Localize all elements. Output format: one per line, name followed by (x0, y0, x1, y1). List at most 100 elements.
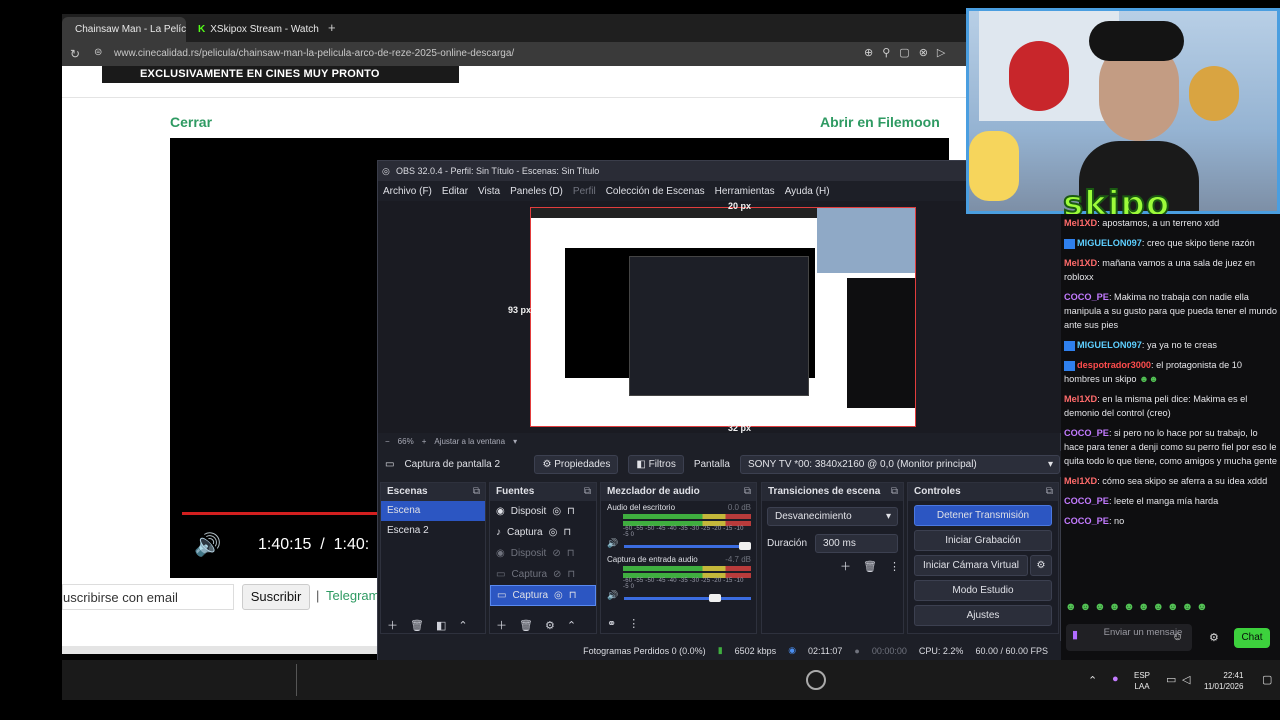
transition-select[interactable]: Desvanecimiento ▾ (767, 507, 898, 526)
chat-username[interactable]: MIGUELON097 (1077, 238, 1142, 248)
lock-icon[interactable]: ⊓ (569, 585, 577, 606)
trash-icon[interactable]: 🗑 (863, 560, 877, 573)
chat-username[interactable]: Mel1XD (1064, 476, 1097, 486)
source-item-selected[interactable]: ▭ Captura ◎ ⊓ (490, 585, 596, 606)
emote-bar[interactable]: ☻☻☻☻☻☻☻☻☻☻ (1065, 600, 1211, 614)
volume-slider[interactable] (624, 593, 751, 602)
lock-icon[interactable]: ⊓ (563, 522, 571, 543)
chat-username[interactable]: COCO_PE (1064, 428, 1109, 438)
trash-icon[interactable]: 🗑 (410, 619, 424, 632)
chat-username[interactable]: COCO_PE (1064, 516, 1109, 526)
obs-taskbar-icon[interactable] (806, 670, 826, 690)
obs-preview[interactable]: 20 px 93 px 32 px (378, 201, 1062, 433)
menu-archivo[interactable]: Archivo (F) (383, 186, 432, 197)
pin-icon[interactable]: ⚲ (882, 46, 890, 59)
scene-item[interactable]: Escena (381, 501, 485, 521)
chat-username[interactable]: MIGUELON097 (1077, 340, 1142, 350)
menu-perfil[interactable]: Perfil (573, 186, 596, 197)
close-link[interactable]: Cerrar (170, 114, 212, 130)
lock-icon[interactable]: ⊓ (567, 501, 575, 522)
menu-coleccion[interactable]: Colección de Escenas (606, 186, 705, 197)
fit-window-button[interactable]: Ajustar a la ventana (434, 437, 505, 446)
more-icon[interactable]: ⋮ (889, 560, 900, 573)
link-icon[interactable]: ⚭ (607, 617, 616, 630)
lock-icon[interactable]: ⊓ (567, 543, 575, 564)
add-icon[interactable]: ＋ (840, 558, 851, 574)
mic-icon[interactable]: ● (1112, 673, 1119, 685)
filter-icon[interactable]: ◧ (436, 619, 446, 632)
undock-icon[interactable]: ⧉ (744, 483, 751, 501)
eye-icon[interactable]: ◎ (552, 501, 561, 522)
play-icon[interactable]: ▷ (937, 46, 945, 59)
more-icon[interactable]: ⋮ (628, 617, 639, 630)
tab-kick[interactable]: K XSkipox Stream - Watch Li (190, 17, 320, 42)
virtual-camera-button[interactable]: Iniciar Cámara Virtual (914, 555, 1028, 576)
chevron-down-icon[interactable]: ▾ (513, 437, 517, 446)
undock-icon[interactable]: ⧉ (1046, 483, 1053, 501)
site-info-icon[interactable]: ⊜ (94, 47, 102, 58)
reload-icon[interactable]: ↻ (70, 47, 80, 61)
address-bar[interactable]: ↻ ⊜ www.cinecalidad.rs/pelicula/chainsaw… (62, 42, 966, 66)
menu-herramientas[interactable]: Herramientas (715, 186, 775, 197)
eye-hidden-icon[interactable]: ⊘ (553, 564, 561, 585)
properties-button[interactable]: ⚙ Propiedades (534, 454, 619, 474)
notification-icon[interactable]: ▢ (1262, 673, 1272, 686)
slider-knob[interactable] (709, 593, 721, 602)
add-icon[interactable]: ＋ (496, 617, 507, 633)
url-text[interactable]: www.cinecalidad.rs/pelicula/chainsaw-man… (114, 48, 514, 59)
screen-select[interactable]: SONY TV *00: 3840x2160 @ 0,0 (Monitor pr… (739, 454, 1060, 474)
volume-icon[interactable]: ◁ (1182, 673, 1190, 686)
studio-mode-button[interactable]: Modo Estudio (914, 580, 1052, 601)
chevron-up-icon[interactable]: ⌃ (567, 619, 576, 632)
subscribe-button[interactable]: Suscribir (242, 584, 310, 610)
volume-slider[interactable] (624, 541, 751, 550)
filemoon-link[interactable]: Abrir en Filemoon (820, 114, 940, 130)
settings-button[interactable]: Ajustes (914, 605, 1052, 626)
zoom-icon[interactable]: ⊕ (864, 46, 873, 59)
language-indicator[interactable]: ESP LAA (1134, 670, 1150, 692)
source-item[interactable]: ▭ Captura ⊘ ⊓ (490, 564, 596, 585)
chevron-up-icon[interactable]: ⌃ (458, 619, 467, 632)
chat-username[interactable]: despotrador3000 (1077, 360, 1151, 370)
stop-stream-button[interactable]: Detener Transmisión (914, 505, 1052, 526)
menu-ayuda[interactable]: Ayuda (H) (785, 186, 830, 197)
filters-button[interactable]: ◧ Filtros (628, 454, 684, 474)
eye-icon[interactable]: ◎ (549, 522, 558, 543)
progress-bar[interactable] (182, 512, 382, 515)
undock-icon[interactable]: ⧉ (891, 483, 898, 501)
source-item[interactable]: ◉ Disposit ◎ ⊓ (490, 501, 596, 522)
menu-vista[interactable]: Vista (478, 186, 500, 197)
volume-icon[interactable]: 🔊 (194, 532, 221, 558)
eye-hidden-icon[interactable]: ⊘ (552, 543, 560, 564)
zoom-out-button[interactable]: − (385, 437, 390, 446)
emoji-icon[interactable]: ☺ (1172, 631, 1183, 643)
gear-icon[interactable]: ⚙ (1209, 631, 1219, 644)
source-item[interactable]: ◉ Disposit ⊘ ⊓ (490, 543, 596, 564)
chat-send-button[interactable]: Chat (1234, 628, 1270, 648)
scene-item[interactable]: Escena 2 (381, 521, 485, 541)
gear-icon[interactable]: ⚙ (1030, 555, 1052, 576)
undock-icon[interactable]: ⧉ (473, 483, 480, 501)
trash-icon[interactable]: 🗑 (519, 619, 533, 632)
network-icon[interactable]: ▭ (1166, 673, 1176, 686)
chat-username[interactable]: COCO_PE (1064, 496, 1109, 506)
new-tab-button[interactable]: + (328, 20, 336, 35)
menu-paneles[interactable]: Paneles (D) (510, 186, 563, 197)
clock[interactable]: 22:41 11/01/2026 (1204, 670, 1243, 692)
speaker-icon[interactable]: 🔊 (607, 590, 618, 601)
page-banner[interactable]: EXCLUSIVAMENTE EN CINES MUY PRONTO (102, 66, 459, 83)
tab-cinecalidad[interactable]: Chainsaw Man - La Pelícu (62, 17, 186, 42)
chevron-up-icon[interactable]: ⌃ (1088, 674, 1097, 687)
gear-icon[interactable]: ⚙ (545, 619, 555, 632)
speaker-icon[interactable]: 🔊 (607, 538, 618, 549)
add-icon[interactable]: ＋ (387, 617, 398, 633)
zoom-in-button[interactable]: + (422, 437, 427, 446)
duration-field[interactable]: 300 ms (815, 534, 898, 553)
telegram-link[interactable]: Telegram (326, 588, 379, 603)
menu-editar[interactable]: Editar (442, 186, 468, 197)
chat-username[interactable]: Mel1XD (1064, 218, 1097, 228)
eye-icon[interactable]: ◎ (554, 585, 563, 606)
chat-username[interactable]: Mel1XD (1064, 258, 1097, 268)
email-field[interactable]: uscribirse con email (62, 584, 234, 610)
preview-canvas[interactable] (530, 207, 916, 427)
